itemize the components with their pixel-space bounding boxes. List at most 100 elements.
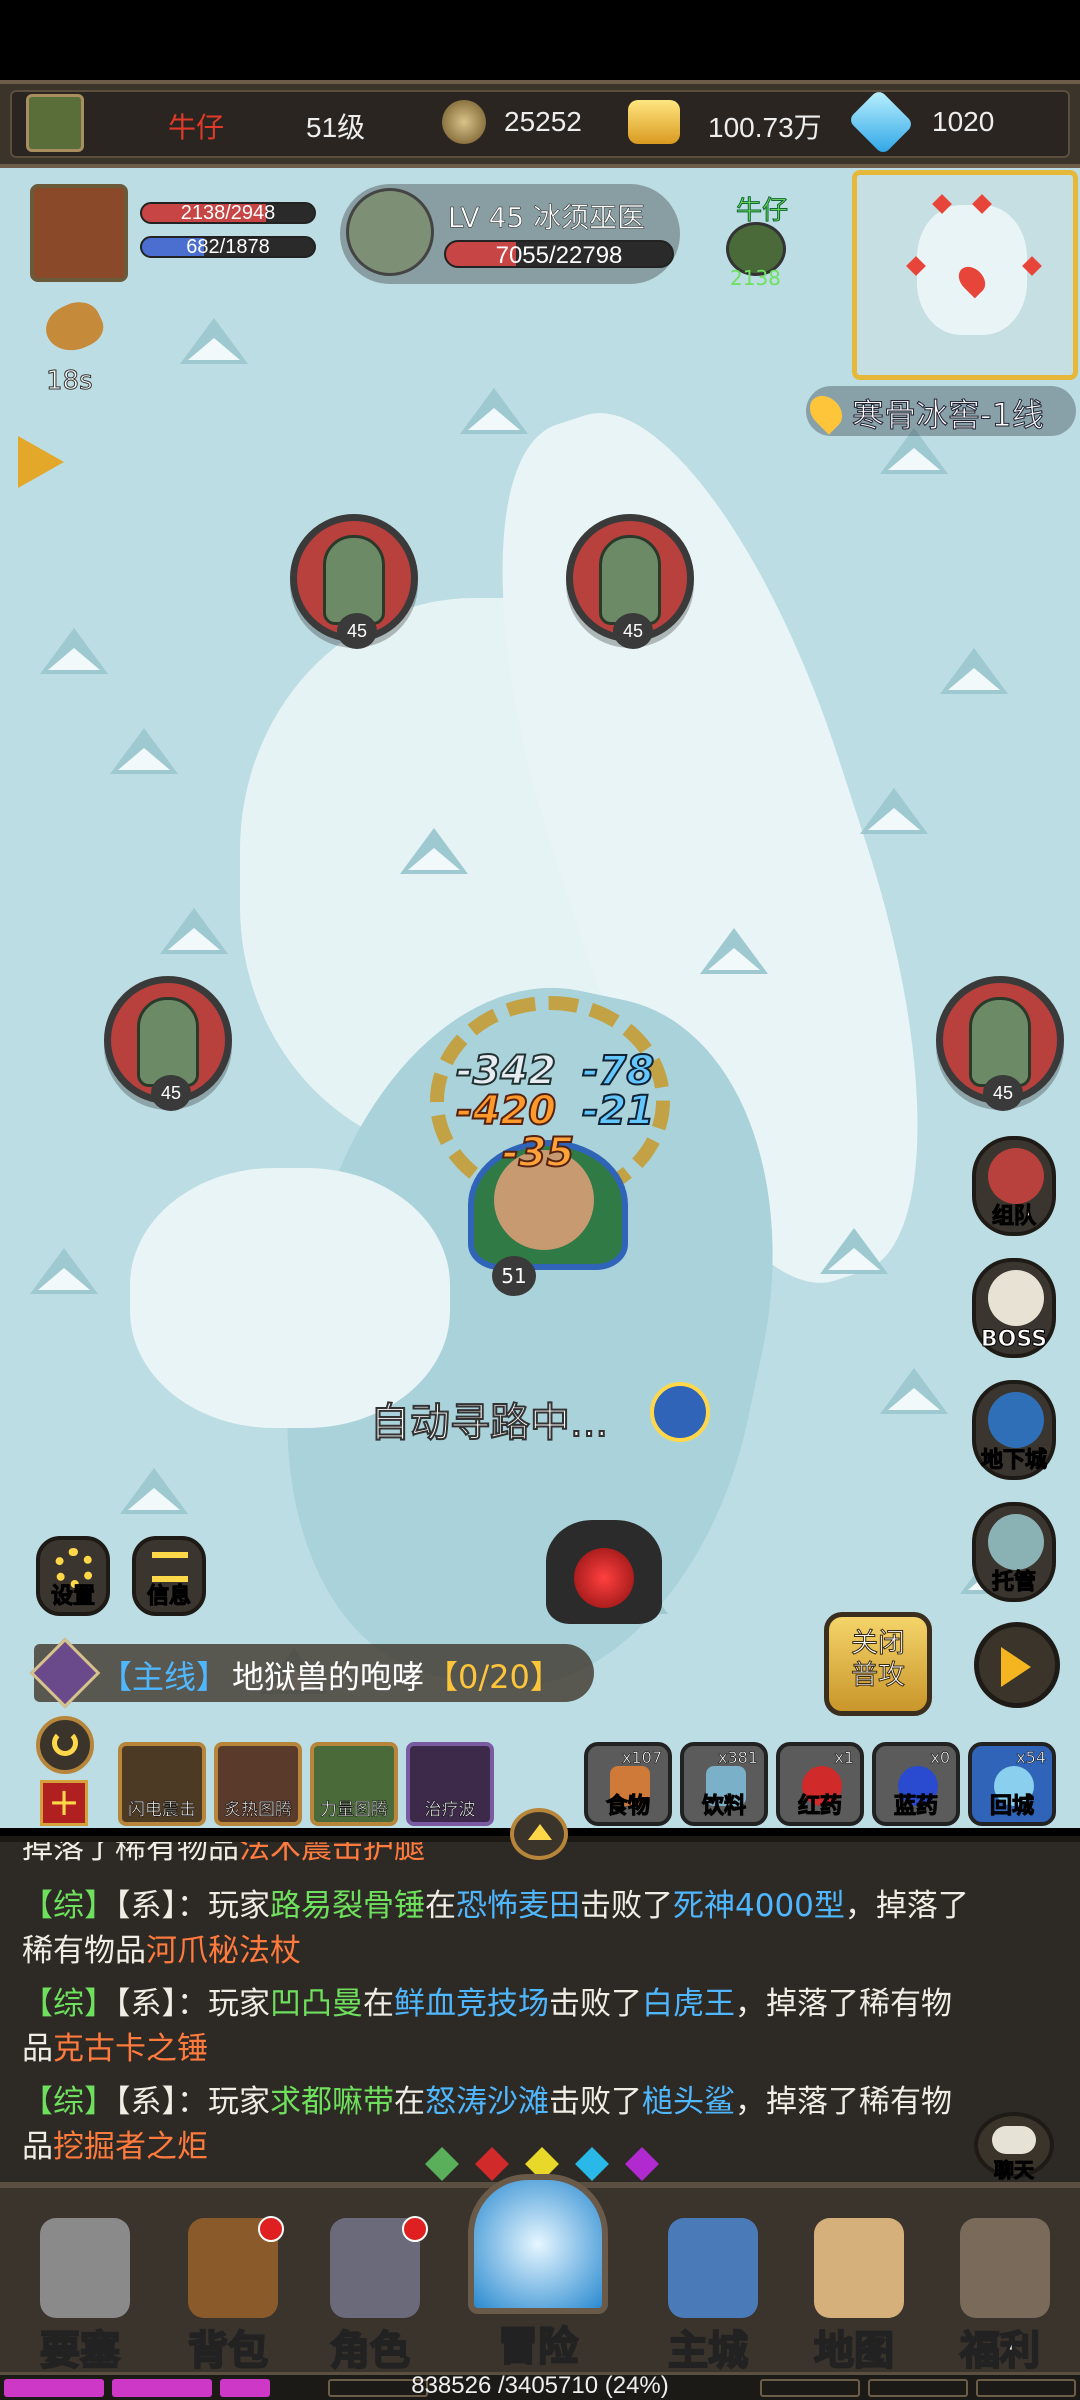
info-button[interactable]: 信息: [132, 1536, 206, 1616]
enemy-sprite: [323, 535, 385, 625]
nav-fortress[interactable]: 要塞: [10, 2218, 150, 2378]
dungeon-button[interactable]: 地下城: [972, 1380, 1056, 1480]
player-portrait-small[interactable]: [26, 94, 84, 152]
enemy-ice-witchdoctor[interactable]: 45: [936, 976, 1064, 1111]
item-count: x54: [1016, 1748, 1046, 1768]
nav-label: 冒险: [497, 2323, 579, 2371]
double-arrow-icon: [1001, 1647, 1031, 1687]
quest-progress: 【0/20】: [426, 1658, 562, 1696]
target-hp-bar: 7055/22798: [444, 240, 674, 268]
skill-strength-totem[interactable]: 力量图腾: [310, 1742, 398, 1826]
swap-skill-button[interactable]: [36, 1716, 94, 1774]
chat-line: 掉落了稀有物品法术震击护腿: [22, 1836, 425, 1866]
enemy-ice-witchdoctor[interactable]: 45: [566, 514, 694, 649]
scroll-map-icon: [814, 2218, 904, 2318]
nav-backpack[interactable]: 背包: [158, 2218, 298, 2378]
nav-map[interactable]: 地图: [784, 2218, 924, 2378]
enemy-level: 45: [151, 1075, 191, 1111]
dungeon-label: 地下城: [980, 1448, 1047, 1474]
item-label: 饮料: [701, 1794, 746, 1820]
enemy-level: 45: [613, 613, 653, 649]
chevron-up-icon: [528, 1824, 552, 1840]
gold-add-icon[interactable]: [628, 100, 680, 144]
item-blue-potion[interactable]: x0 蓝药: [872, 1742, 960, 1826]
nav-label: 福利: [959, 2327, 1041, 2375]
item-drink[interactable]: x381 饮料: [680, 1742, 768, 1826]
item-label: 蓝药: [893, 1794, 938, 1820]
skill-lightning-shock[interactable]: 闪电震击: [118, 1742, 206, 1826]
xp-text: 838526 /3405710 (24%): [411, 2372, 669, 2399]
damage-number: -420: [455, 1087, 557, 1135]
gift-icon: [960, 2218, 1050, 2318]
experience-bar: 838526 /3405710 (24%): [0, 2372, 1080, 2400]
skill-healing-wave[interactable]: 治疗波: [406, 1742, 494, 1826]
snow-tree: [180, 318, 248, 364]
chat-bubble-icon: [992, 2126, 1036, 2154]
player-level-badge: 51: [492, 1256, 536, 1296]
dungeon-icon: [988, 1392, 1044, 1448]
auto-manage-button[interactable]: 托管: [972, 1502, 1056, 1602]
chat-label: 聊天: [994, 2158, 1035, 2183]
item-label: 红药: [797, 1794, 842, 1820]
nav-character[interactable]: 角色: [300, 2218, 440, 2378]
add-skill-button[interactable]: +: [40, 1780, 88, 1826]
item-label: 回城: [989, 1794, 1034, 1820]
nav-main-city[interactable]: 主城: [638, 2218, 778, 2378]
snow-tree: [940, 648, 1008, 694]
expand-arrow-icon[interactable]: [18, 436, 64, 488]
bottom-nav: 要塞 背包 角色 冒险 主城 地图 福利: [0, 2174, 1080, 2375]
refresh-icon: [52, 1730, 78, 1756]
pathing-icon[interactable]: [650, 1382, 710, 1442]
buff-timer: 18s: [46, 366, 94, 397]
nav-welfare[interactable]: 福利: [930, 2218, 1070, 2378]
boss-label: BOSS: [980, 1327, 1048, 1353]
portal-core: [574, 1548, 634, 1608]
dash-button[interactable]: [974, 1622, 1060, 1708]
snow-tree: [700, 928, 768, 974]
snow-tree: [400, 828, 468, 874]
snow-tree: [880, 1368, 948, 1414]
settings-label: 设置: [50, 1584, 95, 1610]
hero-portrait[interactable]: [30, 184, 128, 282]
game-screen: { "player": {"name":"牛仔","level":"51级","…: [0, 0, 1080, 2400]
diamond-amount: 1020: [932, 106, 995, 137]
settings-button[interactable]: 设置: [36, 1536, 110, 1616]
expand-chat-button[interactable]: [510, 1808, 568, 1860]
skill-label: 闪电震击: [128, 1800, 197, 1820]
snow-tree: [820, 1228, 888, 1274]
team-button[interactable]: 组队: [972, 1136, 1056, 1236]
info-label: 信息: [146, 1584, 191, 1610]
nav-adventure[interactable]: 冒险: [458, 2174, 618, 2374]
player-name: 牛仔: [168, 112, 225, 143]
boss-button[interactable]: BOSS: [972, 1258, 1056, 1358]
nav-label: 主城: [667, 2327, 749, 2375]
item-label: 食物: [605, 1794, 650, 1820]
ally-hp: 2138: [730, 266, 781, 290]
damage-number: -21: [581, 1087, 655, 1135]
skill-label: 炙热图腾: [224, 1800, 293, 1820]
chat-line: 【综】【系】：玩家凹凸曼在鲜血竞技场击败了白虎王，掉落了稀有物品克古卡之锤: [22, 1986, 952, 2067]
ally-name: 牛仔: [735, 196, 789, 227]
nav-label: 角色: [329, 2327, 411, 2375]
item-red-potion[interactable]: x1 红药: [776, 1742, 864, 1826]
target-name: LV 45 冰须巫医: [448, 201, 646, 235]
item-count: x107: [621, 1748, 663, 1768]
enemy-sprite: [599, 535, 661, 625]
auto-manage-icon: [988, 1514, 1044, 1570]
item-return-scroll[interactable]: x54 回城: [968, 1742, 1056, 1826]
minimap[interactable]: [852, 170, 1078, 380]
notification-dot: [258, 2216, 284, 2242]
hero-mp-text: 682/1878: [186, 236, 270, 258]
auto-pathing-status: 自动寻路中...: [369, 1399, 609, 1447]
skill-searing-totem[interactable]: 炙热图腾: [214, 1742, 302, 1826]
chat-panel[interactable]: 掉落了稀有物品法术震击护腿 【综】【系】：玩家路易裂骨锤在恐怖麦田击败了死神40…: [0, 1836, 1080, 2182]
chat-button[interactable]: 聊天: [974, 2112, 1054, 2182]
snow-tree: [40, 628, 108, 674]
target-portrait[interactable]: [346, 188, 434, 276]
snow-tree: [120, 1468, 188, 1514]
skill-label: 治疗波: [424, 1800, 476, 1820]
enemy-ice-witchdoctor[interactable]: 45: [290, 514, 418, 649]
enemy-ice-witchdoctor[interactable]: 45: [104, 976, 232, 1111]
city-icon: [668, 2218, 758, 2318]
item-food[interactable]: x107 食物: [584, 1742, 672, 1826]
